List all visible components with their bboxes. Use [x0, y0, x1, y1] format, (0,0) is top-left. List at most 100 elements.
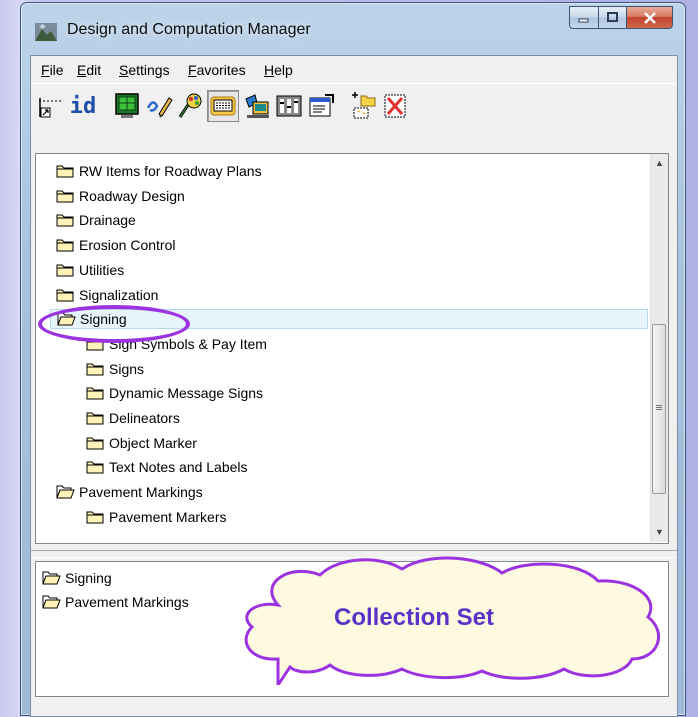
display-button[interactable] [241, 90, 273, 122]
tree-item[interactable]: Dynamic Message Signs [86, 383, 263, 403]
tree-item[interactable]: Signing [50, 309, 648, 330]
menu-label-rest: ile [49, 62, 64, 78]
menu-accelerator: S [119, 62, 129, 78]
tree-item[interactable]: Object Marker [86, 433, 197, 453]
folder-icon [86, 511, 104, 524]
tree-scrollbar[interactable]: ▲ ▼ [650, 154, 668, 542]
toolbar: id [31, 83, 677, 130]
id-button[interactable]: id [67, 90, 99, 122]
menu-bar: File Edit Settings Favorites Help [31, 56, 677, 82]
tree-item[interactable]: Pavement Markings [56, 482, 203, 502]
tree-item[interactable]: Utilities [56, 260, 124, 280]
menu-accelerator: F [41, 62, 50, 78]
pencil-button[interactable] [143, 90, 175, 122]
tree-item[interactable]: Roadway Design [56, 186, 185, 206]
menu-help[interactable]: Help [264, 62, 293, 78]
folder-icon [86, 387, 104, 400]
columns-button[interactable] [273, 90, 305, 122]
menu-accelerator: F [188, 62, 197, 78]
palette-button[interactable] [175, 90, 207, 122]
properties-button[interactable] [305, 90, 337, 122]
tree-item[interactable]: Pavement Markers [86, 507, 226, 527]
add-folder-button[interactable] [347, 90, 379, 122]
menu-label-rest: avorites [196, 62, 246, 78]
tree-item-label: Object Marker [109, 434, 197, 451]
tree-item[interactable]: Signalization [56, 285, 158, 305]
scroll-down-arrow[interactable]: ▼ [651, 523, 668, 540]
tree-item[interactable]: Text Notes and Labels [86, 457, 248, 477]
tree-item[interactable]: RW Items for Roadway Plans [56, 161, 262, 181]
monitor-button[interactable] [111, 90, 143, 122]
folder-icon [56, 239, 74, 252]
menu-edit[interactable]: Edit [77, 62, 101, 78]
menu-label-rest: elp [274, 62, 293, 78]
minimize-icon [578, 18, 589, 22]
folder-icon [86, 437, 104, 450]
menu-file[interactable]: File [41, 62, 64, 78]
maximize-button[interactable] [598, 6, 626, 29]
minimize-button[interactable] [569, 6, 598, 29]
tree-item-label: Pavement Markers [109, 508, 227, 525]
folder-icon [56, 165, 74, 178]
tree-item-label: Roadway Design [79, 187, 185, 204]
dimension-icon [39, 98, 63, 118]
tree-item[interactable]: Erosion Control [56, 235, 176, 255]
folder-tree[interactable]: ▲ ▼ RW Items for Roadway Plans Roadway De… [35, 153, 669, 544]
collection-item[interactable]: Pavement Markings [42, 592, 189, 612]
columns-icon [276, 95, 302, 117]
tree-item[interactable]: Drainage [56, 210, 136, 230]
open-folder-icon [56, 485, 75, 499]
tree-item-label: Signing [80, 311, 127, 328]
tree-item-label: Signalization [79, 286, 159, 303]
tree-item[interactable]: Signs [86, 359, 144, 379]
folder-icon [56, 190, 74, 203]
menu-accelerator: E [77, 62, 87, 78]
tree-item[interactable]: Delineators [86, 408, 180, 428]
open-folder-icon [42, 571, 61, 585]
menu-label-rest: ettings [128, 62, 170, 78]
menu-settings[interactable]: Settings [119, 62, 170, 78]
tree-item-label: RW Items for Roadway Plans [79, 163, 262, 179]
tree-item-label: Text Notes and Labels [109, 459, 248, 476]
pencil-icon [146, 97, 173, 118]
folder-icon [56, 289, 74, 301]
tree-item-label: Utilities [79, 261, 125, 278]
caption-buttons [569, 6, 673, 29]
palette-icon [178, 93, 202, 118]
monitor-icon [115, 93, 139, 118]
tree-item-label: Pavement Markings [79, 484, 203, 501]
collection-item-label: Signing [65, 570, 112, 586]
collection-item-label: Pavement Markings [65, 594, 189, 610]
keyboard-icon [210, 96, 236, 116]
folder-icon [86, 461, 104, 474]
collection-item[interactable]: Signing [42, 568, 112, 588]
tree-item-label: Erosion Control [79, 237, 176, 254]
delete-button[interactable] [379, 90, 411, 122]
dimension-button[interactable] [35, 90, 67, 122]
close-button[interactable] [626, 6, 673, 29]
tree-item-label: Sign Symbols & Pay Item [109, 335, 267, 352]
display-icon [245, 94, 269, 118]
menu-label-rest: dit [86, 62, 102, 78]
properties-icon [309, 94, 334, 117]
scroll-up-arrow[interactable]: ▲ [651, 154, 668, 171]
keyboard-button[interactable] [207, 90, 239, 122]
folder-icon [56, 264, 74, 277]
tree-item-label: Signs [109, 360, 145, 377]
folder-icon [86, 338, 104, 351]
tree-item-label: Drainage [79, 212, 136, 229]
scroll-thumb[interactable] [652, 324, 666, 494]
tree-item[interactable]: Sign Symbols & Pay Item [86, 334, 267, 354]
open-folder-icon [57, 312, 76, 326]
folder-icon [56, 214, 74, 227]
id-icon: id [69, 93, 97, 119]
delete-icon [384, 94, 406, 118]
app-icon [35, 23, 57, 41]
folder-icon [86, 363, 104, 376]
title-bar[interactable]: Design and Computation Manager [21, 3, 685, 53]
menu-favorites[interactable]: Favorites [188, 62, 246, 78]
maximize-icon [606, 12, 618, 22]
menu-accelerator: H [264, 62, 275, 78]
callout-label: Collection Set [334, 604, 495, 631]
tree-item-label: Delineators [109, 410, 180, 426]
